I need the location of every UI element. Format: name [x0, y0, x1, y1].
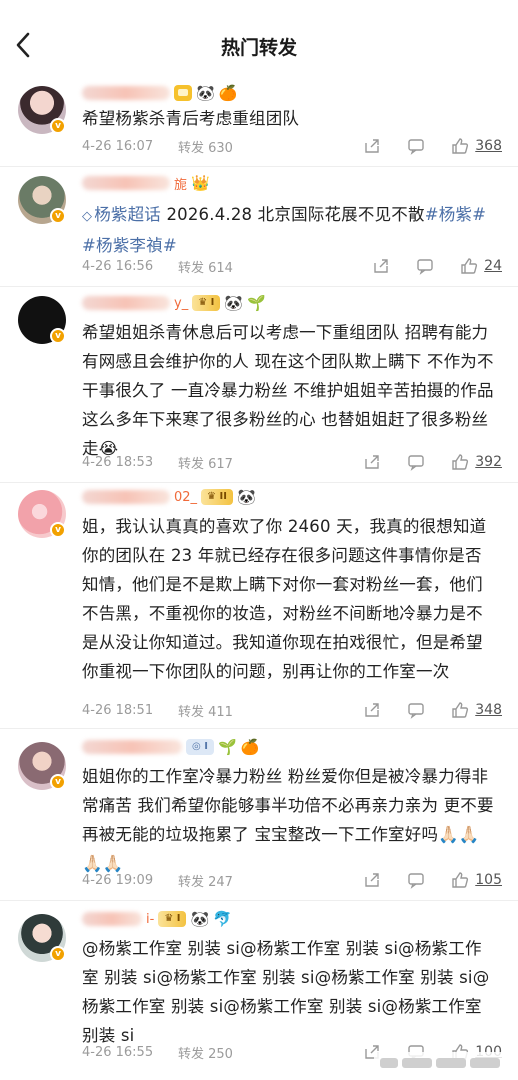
avatar[interactable]: v	[18, 296, 66, 344]
post-meta: 4-26 16:56 转发 614 24	[82, 254, 502, 278]
verified-icon: v	[50, 522, 66, 538]
emoji-icon: 🍊	[240, 738, 260, 756]
share-icon[interactable]	[363, 701, 381, 719]
post-meta: 4-26 19:09 转发 247 105	[82, 868, 502, 892]
share-icon[interactable]	[363, 137, 381, 155]
share-icon[interactable]	[372, 257, 390, 275]
post-date: 4-26 18:51	[82, 702, 154, 718]
verified-icon: v	[50, 118, 66, 134]
like-count[interactable]: 105	[475, 872, 502, 888]
level-badge: ♛ I	[192, 295, 221, 311]
thumbs-up-icon[interactable]	[451, 701, 469, 719]
username[interactable]: 🐼 🍊	[82, 82, 237, 104]
crown-badge-icon	[174, 85, 192, 101]
forward-count: 转发 250	[178, 1046, 233, 1062]
crown-icon: 👑	[191, 174, 210, 192]
forward-count: 转发 617	[178, 456, 233, 472]
comment-icon[interactable]	[407, 701, 425, 719]
like-count[interactable]: 24	[484, 258, 502, 274]
super-topic-link[interactable]: ◇ 杨紫超话	[82, 205, 161, 224]
level-badge: ♛ II	[201, 489, 233, 505]
emoji-icon: 🍊	[218, 84, 238, 102]
avatar[interactable]: v	[18, 914, 66, 962]
forward-count: 转发 630	[178, 140, 233, 156]
page-title: 热门转发	[220, 36, 297, 59]
post-meta: 4-26 18:51 转发 411 348	[82, 698, 502, 722]
post-date: 4-26 18:53	[82, 454, 154, 470]
post-date: 4-26 19:09	[82, 872, 154, 888]
verified-icon: v	[50, 328, 66, 344]
avatar[interactable]: v	[18, 742, 66, 790]
panda-icon: 🐼	[236, 488, 256, 506]
forward-count: 转发 614	[178, 260, 233, 276]
comment-icon[interactable]	[407, 453, 425, 471]
post-text: 希望姐姐杀青休息后可以考虑一下重组团队 招聘有能力有网感且会维护你的人 现在这个…	[82, 323, 494, 458]
top-nav-bar: 热门转发	[0, 0, 518, 92]
verified-icon: v	[50, 774, 66, 790]
username[interactable]: 02_ ♛ II 🐼	[82, 486, 256, 508]
post-meta: 4-26 16:07 转发 630 368	[82, 134, 502, 158]
post-text: @杨紫工作室 别装 si@杨紫工作室 别装 si@杨紫工作室 别装 si@杨紫工…	[82, 939, 490, 1045]
post-text: 姐，我认认真真的喜欢了你 2460 天，我真的很想知道你的团队在 23 年就已经…	[82, 517, 487, 681]
post-text: ◇ 杨紫超话 2026.4.28 北京国际花展不见不散#杨紫# #杨紫李禎#	[82, 205, 487, 255]
level-badge: ♛ I	[158, 911, 187, 927]
panda-icon: 🐼	[190, 910, 210, 928]
share-icon[interactable]	[363, 871, 381, 889]
hashtag-link[interactable]: #杨紫李禎#	[82, 236, 177, 255]
panda-icon: 🐼	[224, 294, 244, 312]
panda-icon: 🐼	[196, 84, 215, 102]
verified-icon: v	[50, 208, 66, 224]
list-item[interactable]: v i- ♛ I 🐼 🐬 @杨紫工作室 别装 si@杨紫工作室 别装 si@杨紫…	[0, 900, 518, 1080]
username[interactable]: 旎 👑	[82, 172, 210, 194]
username[interactable]: ◎ I 🌱 🍊	[82, 736, 259, 758]
username[interactable]: i- ♛ I 🐼 🐬	[82, 908, 232, 930]
post-text: 姐姐你的工作室冷暴力粉丝 粉丝爱你但是被冷暴力得非常痛苦 我们希望你能够事半功倍…	[82, 767, 494, 873]
list-item[interactable]: v 旎 👑 ◇ 杨紫超话 2026.4.28 北京国际花展不见不散#杨紫# #杨紫…	[0, 166, 518, 287]
post-text: 希望杨紫杀青后考虑重组团队	[82, 109, 300, 128]
thumbs-up-icon[interactable]	[451, 871, 469, 889]
sprout-icon: 🌱	[217, 738, 237, 756]
list-item[interactable]: v 🐼 🍊 希望杨紫杀青后考虑重组团队 4-26 16:07 转发 630 36…	[0, 80, 518, 167]
avatar[interactable]: v	[18, 176, 66, 224]
thumbs-up-icon[interactable]	[451, 453, 469, 471]
hashtag-link[interactable]: #杨紫#	[425, 205, 486, 224]
comment-icon[interactable]	[407, 137, 425, 155]
like-count[interactable]: 368	[475, 138, 502, 154]
username[interactable]: y_ ♛ I 🐼 🌱	[82, 292, 266, 314]
diamond-icon: ◇	[82, 209, 93, 224]
forward-count: 转发 411	[178, 704, 233, 720]
comment-icon[interactable]	[407, 871, 425, 889]
list-item[interactable]: v ◎ I 🌱 🍊 姐姐你的工作室冷暴力粉丝 粉丝爱你但是被冷暴力得非常痛苦 我…	[0, 728, 518, 901]
list-item[interactable]: v y_ ♛ I 🐼 🌱 希望姐姐杀青休息后可以考虑一下重组团队 招聘有能力有网…	[0, 286, 518, 483]
post-date: 4-26 16:55	[82, 1044, 154, 1060]
forward-count: 转发 247	[178, 874, 233, 890]
like-count[interactable]: 392	[475, 454, 502, 470]
comment-icon[interactable]	[416, 257, 434, 275]
like-count[interactable]: 348	[475, 702, 502, 718]
emoji-icon: 🐬	[213, 910, 232, 928]
share-icon[interactable]	[363, 453, 381, 471]
post-date: 4-26 16:07	[82, 138, 154, 154]
chevron-left-icon[interactable]	[10, 28, 38, 62]
avatar[interactable]: v	[18, 86, 66, 134]
avatar[interactable]: v	[18, 490, 66, 538]
thumbs-up-icon[interactable]	[451, 137, 469, 155]
post-date: 4-26 16:56	[82, 258, 154, 274]
level-badge: ◎ I	[186, 739, 214, 755]
thumbs-up-icon[interactable]	[460, 257, 478, 275]
list-item[interactable]: v 02_ ♛ II 🐼 姐，我认认真真的喜欢了你 2460 天，我真的很想知道…	[0, 482, 518, 729]
watermark	[374, 1052, 510, 1074]
verified-icon: v	[50, 946, 66, 962]
sprout-icon: 🌱	[247, 294, 266, 312]
post-meta: 4-26 18:53 转发 617 392	[82, 450, 502, 474]
